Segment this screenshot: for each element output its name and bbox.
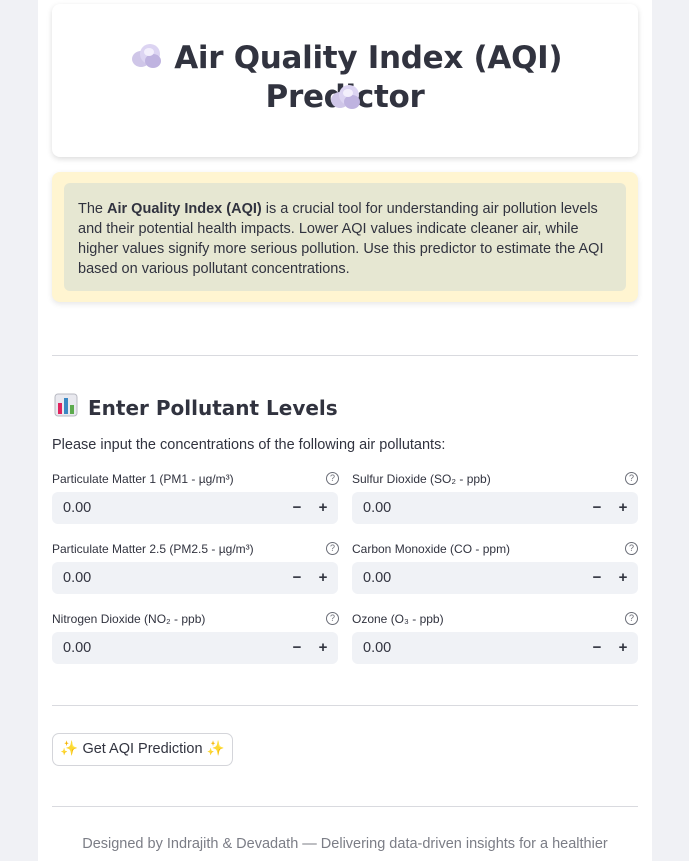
help-icon[interactable]: ? — [625, 542, 638, 555]
title-emoji-line — [52, 82, 638, 117]
decrement-button[interactable]: − — [284, 492, 310, 524]
help-icon[interactable]: ? — [326, 472, 339, 485]
info-prefix: The — [78, 201, 108, 217]
so2-value[interactable]: 0.00 — [363, 500, 391, 516]
field-label-pm1: Particulate Matter 1 (PM1 - µg/m³) — [52, 472, 234, 486]
pm25-value[interactable]: 0.00 — [63, 570, 91, 586]
divider — [52, 705, 638, 706]
field-label-co: Carbon Monoxide (CO - ppm) — [352, 542, 511, 556]
help-icon[interactable]: ? — [625, 472, 638, 485]
section-title: Enter Pollutant Levels — [54, 393, 338, 422]
increment-button[interactable]: + — [310, 492, 336, 524]
co-input[interactable]: 0.00 − + — [352, 562, 638, 594]
section-subtitle: Please input the concentrations of the f… — [52, 437, 446, 453]
increment-button[interactable]: + — [610, 492, 636, 524]
field-label-o3: Ozone (O₃ - ppb) — [352, 612, 444, 626]
field-label-no2: Nitrogen Dioxide (NO₂ - ppb) — [52, 612, 206, 626]
field-label-pm25: Particulate Matter 2.5 (PM2.5 - µg/m³) — [52, 542, 254, 556]
divider — [52, 355, 638, 356]
bar-chart-icon — [54, 393, 78, 422]
main-container: Air Quality Index (AQI) Predictor The Ai… — [38, 0, 652, 861]
info-bold: Air Quality Index (AQI) — [107, 201, 262, 217]
info-card: The Air Quality Index (AQI) is a crucial… — [52, 172, 638, 302]
help-icon[interactable]: ? — [625, 612, 638, 625]
divider — [52, 806, 638, 807]
o3-input[interactable]: 0.00 − + — [352, 632, 638, 664]
info-box: The Air Quality Index (AQI) is a crucial… — [64, 183, 626, 291]
help-icon[interactable]: ? — [326, 612, 339, 625]
get-prediction-button[interactable]: ✨ Get AQI Prediction ✨ — [52, 733, 233, 766]
section-title-text: Enter Pollutant Levels — [88, 395, 338, 420]
co-value[interactable]: 0.00 — [363, 570, 391, 586]
increment-button[interactable]: + — [610, 632, 636, 664]
increment-button[interactable]: + — [310, 632, 336, 664]
so2-input[interactable]: 0.00 − + — [352, 492, 638, 524]
cloud-icon — [327, 82, 363, 117]
decrement-button[interactable]: − — [584, 492, 610, 524]
decrement-button[interactable]: − — [284, 632, 310, 664]
decrement-button[interactable]: − — [284, 562, 310, 594]
pm1-value[interactable]: 0.00 — [63, 500, 91, 516]
help-icon[interactable]: ? — [326, 542, 339, 555]
pm1-input[interactable]: 0.00 − + — [52, 492, 338, 524]
cloud-icon — [128, 41, 164, 79]
no2-value[interactable]: 0.00 — [63, 640, 91, 656]
footer-text: Designed by Indrajith & Devadath — Deliv… — [82, 836, 608, 852]
field-label-so2: Sulfur Dioxide (SO₂ - ppb) — [352, 472, 491, 486]
header-card: Air Quality Index (AQI) Predictor — [52, 4, 638, 157]
increment-button[interactable]: + — [310, 562, 336, 594]
info-text: The Air Quality Index (AQI) is a crucial… — [78, 199, 612, 279]
decrement-button[interactable]: − — [584, 562, 610, 594]
no2-input[interactable]: 0.00 − + — [52, 632, 338, 664]
increment-button[interactable]: + — [610, 562, 636, 594]
o3-value[interactable]: 0.00 — [363, 640, 391, 656]
pm25-input[interactable]: 0.00 − + — [52, 562, 338, 594]
decrement-button[interactable]: − — [584, 632, 610, 664]
